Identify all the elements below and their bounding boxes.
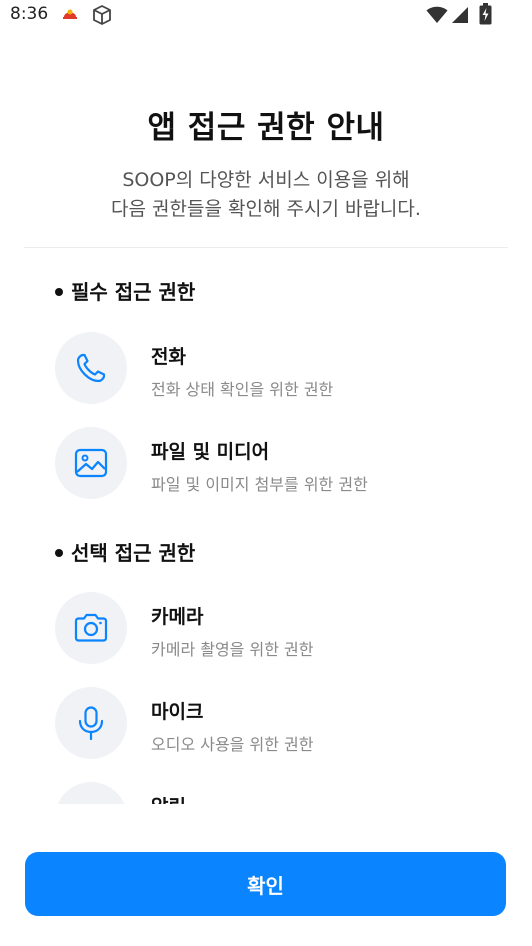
confirm-button[interactable]: 확인 xyxy=(25,852,506,916)
status-time: 8:36 xyxy=(10,4,49,24)
status-bar: 8:36 xyxy=(0,0,532,30)
wifi-icon xyxy=(426,6,448,23)
permission-item-notification: 알림 xyxy=(55,782,502,804)
section-heading-label: 선택 접근 권한 xyxy=(71,541,196,565)
permission-screen: 8:36 앱 접근 권한 안내 SOOP의 다양한 서비스 이용을 위해 다음 … xyxy=(0,0,532,946)
permission-title: 전화 xyxy=(151,346,186,368)
bullet-icon xyxy=(55,287,63,296)
notification-icon xyxy=(55,782,127,804)
subtitle-line-2: 다음 권한들을 확인해 주시기 바랍니다. xyxy=(111,198,421,220)
phone-icon xyxy=(55,332,127,404)
permission-item-camera: 카메라 카메라 촬영을 위한 권한 xyxy=(55,592,502,664)
battery-icon xyxy=(479,3,492,25)
signal-icon xyxy=(452,7,468,23)
divider xyxy=(24,247,508,248)
permission-item-phone: 전화 전화 상태 확인을 위한 권한 xyxy=(55,332,502,404)
permission-title: 알림 xyxy=(151,792,186,804)
permission-item-microphone: 마이크 오디오 사용을 위한 권한 xyxy=(55,687,502,759)
permission-title: 파일 및 미디어 xyxy=(151,441,270,463)
permission-description: 파일 및 이미지 첨부를 위한 권한 xyxy=(151,475,368,494)
microphone-icon xyxy=(55,687,127,759)
permission-title: 카메라 xyxy=(151,606,204,628)
subtitle-line-1: SOOP의 다양한 서비스 이용을 위해 xyxy=(122,169,410,191)
section-heading-label: 필수 접근 권한 xyxy=(71,280,196,304)
page-subtitle: SOOP의 다양한 서비스 이용을 위해 다음 권한들을 확인해 주시기 바랍니… xyxy=(0,166,532,224)
permission-item-files-media: 파일 및 미디어 파일 및 이미지 첨부를 위한 권한 xyxy=(55,427,502,499)
permission-title: 마이크 xyxy=(151,701,204,723)
app-notification-icon xyxy=(63,9,77,19)
permission-description: 전화 상태 확인을 위한 권한 xyxy=(151,380,334,399)
permission-list[interactable]: 필수 접근 권한 전화 전화 상태 확인을 위한 권한 파일 및 미디어 파일 … xyxy=(0,260,532,804)
section-heading-required: 필수 접근 권한 xyxy=(55,276,195,305)
bullet-icon xyxy=(55,548,63,557)
page-title: 앱 접근 권한 안내 xyxy=(147,110,385,146)
permission-description: 오디오 사용을 위한 권한 xyxy=(151,735,314,754)
image-icon xyxy=(55,427,127,499)
camera-icon xyxy=(55,592,127,664)
box-icon xyxy=(93,5,111,25)
permission-description: 카메라 촬영을 위한 권한 xyxy=(151,640,314,659)
section-heading-optional: 선택 접근 권한 xyxy=(55,537,195,566)
